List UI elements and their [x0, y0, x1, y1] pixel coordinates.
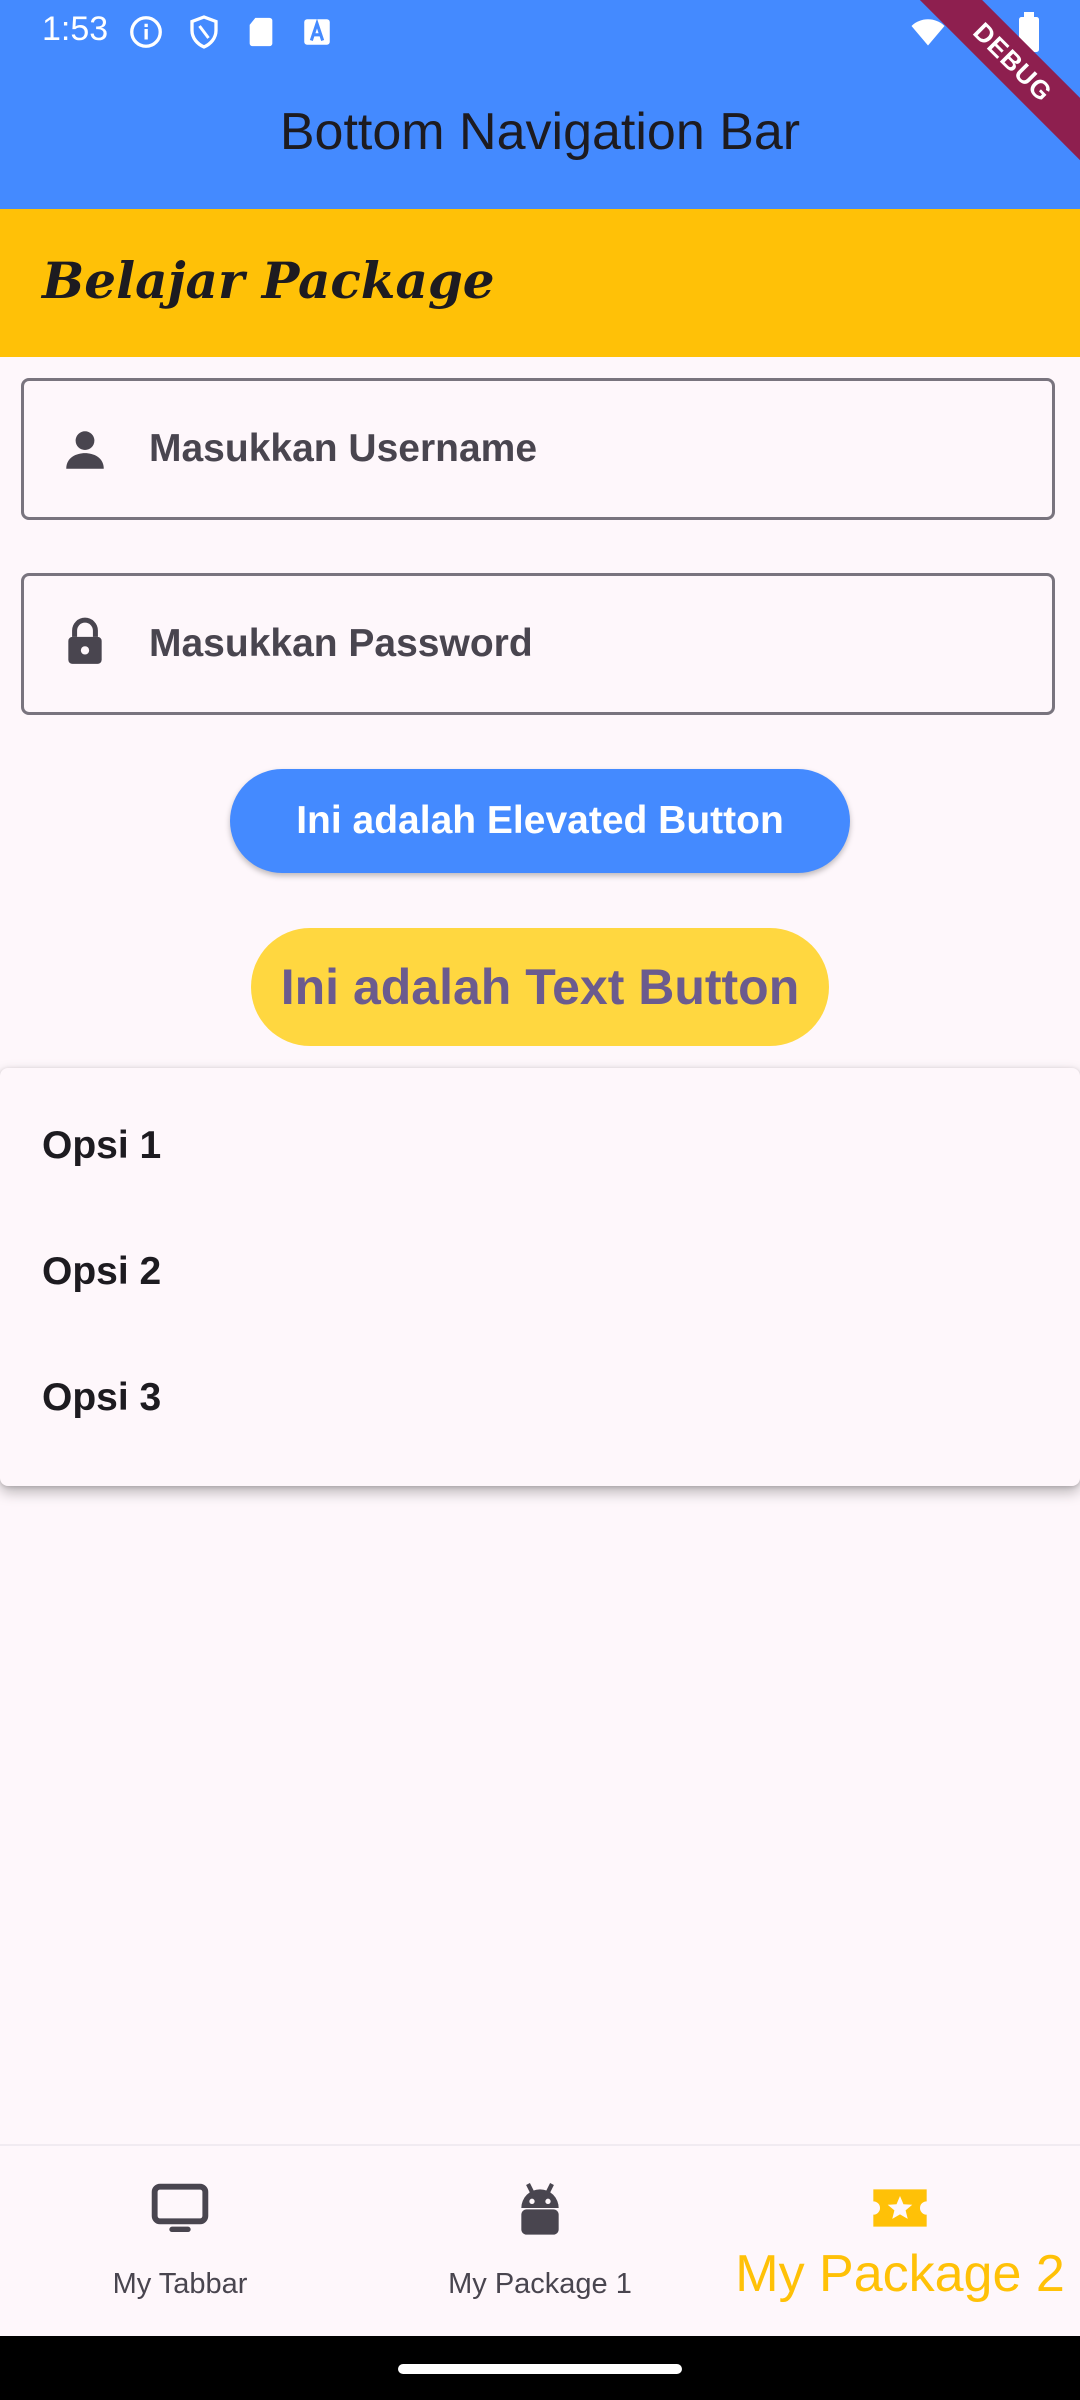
bottom-navigation-bar: My Tabbar My Package 1 My Package 2	[0, 2144, 1080, 2338]
status-bar: 1:53	[0, 0, 1080, 64]
app-bar-title: Bottom Navigation Bar	[279, 103, 801, 161]
system-gesture-bar	[0, 2336, 1080, 2400]
package-header: Belajar Package	[0, 209, 1080, 357]
android-icon	[521, 2183, 559, 2235]
nav-label-my-package-2: My Package 2	[735, 2245, 1065, 2303]
ticket-star-icon	[873, 2189, 927, 2227]
text-button[interactable]: Ini adalah Text Button	[251, 928, 829, 1046]
nav-item-my-package-2[interactable]: My Package 2	[720, 2146, 1080, 2338]
status-time: 1:53	[42, 10, 109, 48]
sd-card-icon	[249, 17, 273, 47]
info-icon	[130, 16, 162, 48]
nav-label-my-package-1: My Package 1	[448, 2268, 632, 2300]
dropdown-menu: Opsi 1 Opsi 2 Opsi 3	[0, 1068, 1080, 1486]
nav-label-my-tabbar: My Tabbar	[112, 2268, 248, 2300]
tv-icon	[151, 2183, 209, 2232]
nav-item-my-tabbar[interactable]: My Tabbar	[0, 2146, 360, 2338]
username-field[interactable]: Masukkan Username	[21, 378, 1055, 520]
person-icon	[66, 431, 104, 469]
app-bar: Bottom Navigation Bar	[0, 64, 1080, 209]
a-icon	[304, 18, 330, 45]
username-placeholder: Masukkan Username	[149, 427, 538, 470]
password-field[interactable]: Masukkan Password	[21, 573, 1055, 715]
password-placeholder: Masukkan Password	[149, 622, 533, 665]
menu-item-opsi-3[interactable]: Opsi 3	[42, 1376, 161, 1420]
status-left-icons	[128, 14, 334, 50]
shield-icon	[190, 15, 218, 49]
menu-item-opsi-1[interactable]: Opsi 1	[42, 1124, 161, 1168]
package-header-title: Belajar Package	[42, 251, 495, 310]
lock-icon	[68, 617, 102, 664]
elevated-button[interactable]: Ini adalah Elevated Button	[230, 769, 850, 873]
menu-item-opsi-2[interactable]: Opsi 2	[42, 1250, 161, 1294]
nav-item-my-package-1[interactable]: My Package 1	[360, 2146, 720, 2338]
home-gesture-handle[interactable]	[398, 2364, 682, 2374]
